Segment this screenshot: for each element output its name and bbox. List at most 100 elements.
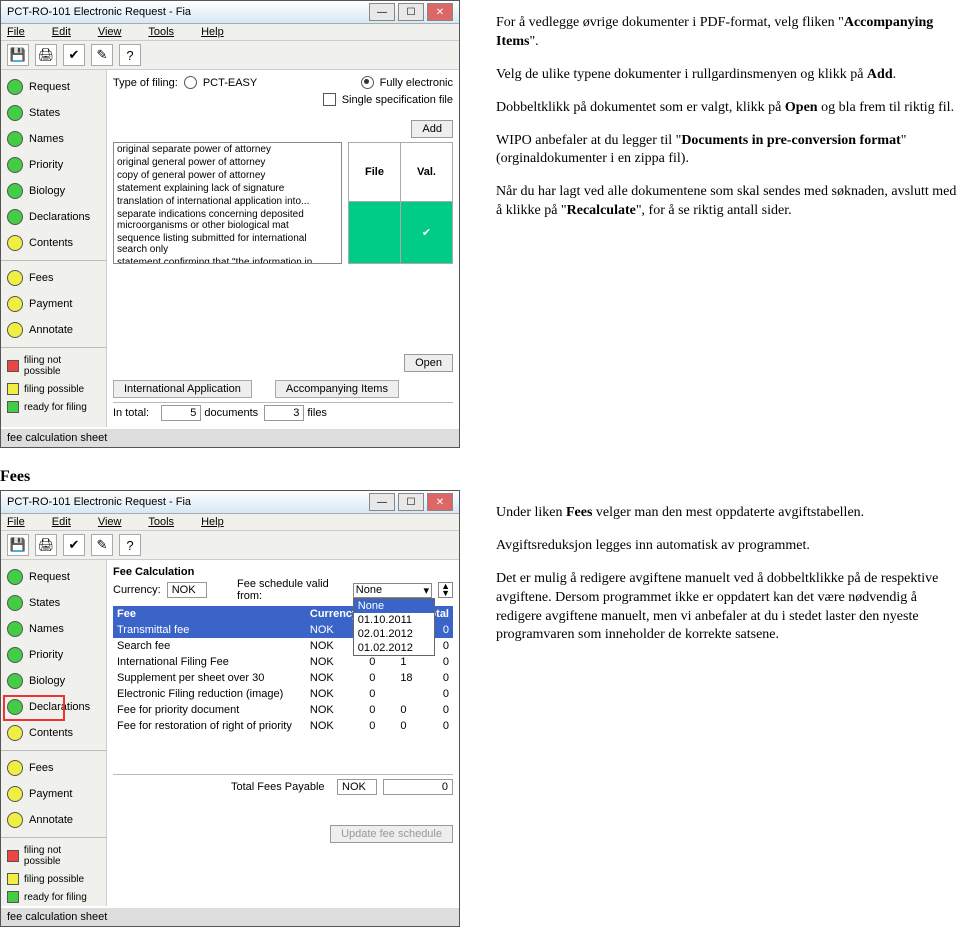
sidebar-item-contents[interactable]: Contents bbox=[1, 720, 106, 746]
schedule-options[interactable]: None 01.10.2011 02.01.2012 01.02.2012 bbox=[353, 598, 435, 656]
sidebar-item-annotate[interactable]: Annotate bbox=[1, 807, 106, 833]
file-row-valid[interactable]: ✔ bbox=[349, 201, 453, 263]
total-files-value: 3 bbox=[264, 405, 304, 421]
fees-heading: Fees bbox=[0, 468, 960, 486]
sidebar-item-request[interactable]: Request bbox=[1, 74, 106, 100]
print-icon[interactable]: 🖨 bbox=[35, 534, 57, 556]
print-icon[interactable]: 🖨 bbox=[35, 44, 57, 66]
fee-row-efiling[interactable]: Electronic Filing reduction (image)NOK00 bbox=[113, 686, 453, 702]
open-button[interactable]: Open bbox=[404, 354, 453, 372]
sidebar-item-fees[interactable]: Fees bbox=[1, 265, 106, 291]
currency-label: Currency: bbox=[113, 584, 161, 596]
document-types-list[interactable]: original separate power of attorney orig… bbox=[113, 142, 342, 264]
total-fees-currency: NOK bbox=[337, 779, 377, 795]
schedule-label: Fee schedule valid from: bbox=[237, 578, 347, 602]
window-titlebar: PCT-RO-101 Electronic Request - Fia — ☐ … bbox=[1, 1, 459, 24]
main-pane: Type of filing: PCT-EASY Fully electroni… bbox=[107, 70, 459, 427]
sidebar-item-request[interactable]: Request bbox=[1, 564, 106, 590]
check-icon[interactable]: ✔ bbox=[63, 44, 85, 66]
help-icon[interactable]: ? bbox=[119, 44, 141, 66]
sidebar-item-priority[interactable]: Priority bbox=[1, 642, 106, 668]
fee-sheet-tab-2[interactable]: fee calculation sheet bbox=[1, 906, 459, 926]
minimize-icon[interactable]: — bbox=[369, 493, 395, 511]
menu-view[interactable]: View bbox=[98, 516, 134, 528]
toolbar-2: 💾 🖨 ✔ ✎ ? bbox=[1, 531, 459, 560]
menu-edit[interactable]: Edit bbox=[52, 26, 83, 38]
menu-tools[interactable]: Tools bbox=[148, 516, 186, 528]
legend-yellow: filing possible bbox=[1, 870, 106, 888]
legend-red: filing not possible bbox=[1, 842, 106, 870]
menubar: File Edit View Tools Help bbox=[1, 24, 459, 41]
tab-international-application[interactable]: International Application bbox=[113, 380, 252, 398]
save-icon[interactable]: 💾 bbox=[7, 534, 29, 556]
instruction-block-1: For å vedlegge øvrige dokumenter i PDF-f… bbox=[478, 0, 960, 235]
window-title: PCT-RO-101 Electronic Request - Fia bbox=[7, 6, 191, 18]
sign-icon[interactable]: ✎ bbox=[91, 534, 113, 556]
menu-tools[interactable]: Tools bbox=[148, 26, 186, 38]
add-button[interactable]: Add bbox=[411, 120, 453, 138]
sidebar-2: Request States Names Priority Biology De… bbox=[1, 560, 107, 906]
tab-accompanying-items[interactable]: Accompanying Items bbox=[275, 380, 399, 398]
sidebar-item-declarations[interactable]: Declarations bbox=[1, 204, 106, 230]
sidebar-item-annotate[interactable]: Annotate bbox=[1, 317, 106, 343]
highlight-fees bbox=[3, 695, 65, 721]
legend-yellow: filing possible bbox=[1, 380, 106, 398]
menubar-2: File Edit View Tools Help bbox=[1, 514, 459, 531]
toolbar: 💾 🖨 ✔ ✎ ? bbox=[1, 41, 459, 70]
fee-calc-heading: Fee Calculation bbox=[113, 566, 453, 578]
screenshot-accompanying: PCT-RO-101 Electronic Request - Fia — ☐ … bbox=[0, 0, 460, 448]
fee-row-priority[interactable]: Fee for priority documentNOK000 bbox=[113, 702, 453, 718]
sidebar-item-states[interactable]: States bbox=[1, 100, 106, 126]
file-val-table: FileVal. ✔ bbox=[348, 142, 453, 264]
fee-row-restoration[interactable]: Fee for restoration of right of priority… bbox=[113, 718, 453, 734]
checkbox-single-spec[interactable] bbox=[323, 93, 336, 106]
sign-icon[interactable]: ✎ bbox=[91, 44, 113, 66]
sidebar-item-names[interactable]: Names bbox=[1, 616, 106, 642]
stepper-icon[interactable]: ▲▼ bbox=[438, 582, 453, 598]
close-icon[interactable]: ✕ bbox=[427, 3, 453, 21]
radio-fully-electronic[interactable] bbox=[361, 76, 374, 89]
sidebar-item-payment[interactable]: Payment bbox=[1, 781, 106, 807]
type-of-filing-label: Type of filing: bbox=[113, 77, 178, 89]
legend-green: ready for filing bbox=[1, 398, 106, 416]
sidebar-item-states[interactable]: States bbox=[1, 590, 106, 616]
close-icon[interactable]: ✕ bbox=[427, 493, 453, 511]
radio-pct-easy[interactable] bbox=[184, 76, 197, 89]
sidebar-item-biology[interactable]: Biology bbox=[1, 178, 106, 204]
menu-file[interactable]: File bbox=[7, 516, 37, 528]
currency-value: NOK bbox=[167, 582, 207, 598]
schedule-dropdown[interactable]: None▾ None 01.10.2011 02.01.2012 01.02.2… bbox=[353, 583, 432, 598]
check-icon[interactable]: ✔ bbox=[63, 534, 85, 556]
sidebar-item-fees[interactable]: Fees bbox=[1, 755, 106, 781]
total-docs-value: 5 bbox=[161, 405, 201, 421]
menu-help[interactable]: Help bbox=[201, 516, 236, 528]
menu-view[interactable]: View bbox=[98, 26, 134, 38]
update-fee-button[interactable]: Update fee schedule bbox=[330, 825, 453, 843]
total-fees-label: Total Fees Payable bbox=[231, 781, 331, 793]
legend-green: ready for filing bbox=[1, 888, 106, 906]
maximize-icon[interactable]: ☐ bbox=[398, 3, 424, 21]
sidebar-item-payment[interactable]: Payment bbox=[1, 291, 106, 317]
menu-file[interactable]: File bbox=[7, 26, 37, 38]
fee-row-supplement[interactable]: Supplement per sheet over 30NOK0180 bbox=[113, 670, 453, 686]
menu-edit[interactable]: Edit bbox=[52, 516, 83, 528]
legend-red: filing not possible bbox=[1, 352, 106, 380]
total-fees-value: 0 bbox=[383, 779, 453, 795]
fee-sheet-tab[interactable]: fee calculation sheet bbox=[1, 427, 459, 447]
screenshot-fees: PCT-RO-101 Electronic Request - Fia — ☐ … bbox=[0, 490, 460, 927]
main-pane-fees: Fee Calculation Currency: NOK Fee schedu… bbox=[107, 560, 459, 906]
sidebar-item-biology[interactable]: Biology bbox=[1, 668, 106, 694]
fee-row-intl-filing[interactable]: International Filing FeeNOK010 bbox=[113, 654, 453, 670]
sidebar-item-contents[interactable]: Contents bbox=[1, 230, 106, 256]
window-title-2: PCT-RO-101 Electronic Request - Fia bbox=[7, 496, 191, 508]
menu-help[interactable]: Help bbox=[201, 26, 236, 38]
minimize-icon[interactable]: — bbox=[369, 3, 395, 21]
window-titlebar-2: PCT-RO-101 Electronic Request - Fia — ☐ … bbox=[1, 491, 459, 514]
maximize-icon[interactable]: ☐ bbox=[398, 493, 424, 511]
help-icon[interactable]: ? bbox=[119, 534, 141, 556]
save-icon[interactable]: 💾 bbox=[7, 44, 29, 66]
sidebar: Request States Names Priority Biology De… bbox=[1, 70, 107, 427]
sidebar-item-names[interactable]: Names bbox=[1, 126, 106, 152]
total-label: In total: bbox=[113, 407, 149, 419]
sidebar-item-priority[interactable]: Priority bbox=[1, 152, 106, 178]
